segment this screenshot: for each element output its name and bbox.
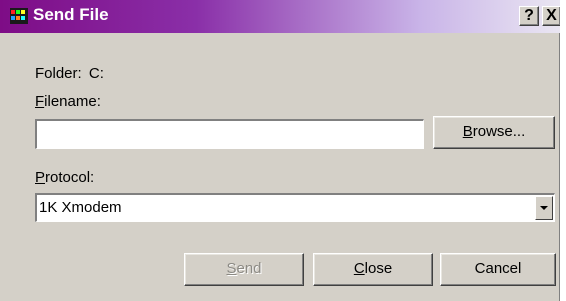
window-title: Send File [33, 5, 109, 24]
app-icon [10, 8, 28, 24]
send-button-accel: S [226, 260, 237, 277]
browse-button[interactable]: Browse... [433, 116, 555, 149]
filename-input[interactable] [35, 119, 424, 149]
protocol-label: Protocol: [35, 169, 94, 186]
title-bar[interactable]: Send File ? X [0, 0, 560, 33]
filename-label-accel: F [35, 93, 45, 110]
folder-row: Folder: C: [35, 65, 104, 82]
protocol-selected-value: 1K Xmodem [39, 199, 122, 216]
close-window-button[interactable]: X [542, 6, 560, 26]
send-button[interactable]: Send [184, 253, 304, 286]
chevron-down-icon[interactable] [535, 196, 553, 220]
send-button-rest: end [236, 260, 262, 277]
send-file-dialog: Send File ? X Folder: C: Filename: Brows… [0, 0, 560, 301]
protocol-label-accel: P [35, 169, 46, 186]
close-button-accel: C [353, 260, 365, 277]
browse-button-rest: rowse... [472, 123, 526, 140]
browse-button-accel: B [462, 123, 473, 140]
protocol-label-rest: rotocol: [45, 169, 95, 186]
close-button-rest: lose [364, 260, 393, 277]
help-button[interactable]: ? [519, 6, 539, 26]
filename-label: Filename: [35, 93, 101, 110]
folder-label: Folder: [35, 65, 82, 82]
close-button[interactable]: Close [313, 253, 433, 286]
folder-value: C: [88, 65, 104, 82]
filename-label-rest: ilename: [44, 93, 101, 110]
protocol-select[interactable]: 1K Xmodem [35, 193, 555, 222]
cancel-button[interactable]: Cancel [440, 253, 556, 286]
